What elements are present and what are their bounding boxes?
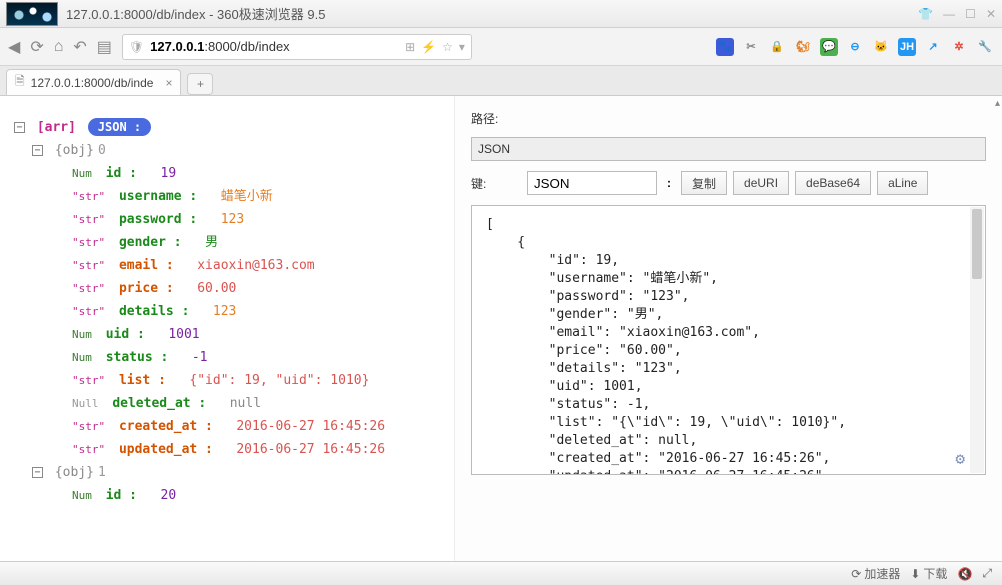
tree-field-row[interactable]: Num status : -1 (14, 346, 444, 369)
qr-icon[interactable]: ⊞ (405, 40, 415, 54)
colon: : (663, 176, 675, 190)
ext-lock-icon[interactable]: 🔒 (768, 38, 786, 56)
path-value-box[interactable]: JSON (471, 137, 986, 161)
new-tab-button[interactable]: + (187, 73, 213, 95)
ext-circle-icon[interactable]: ⊖ (846, 38, 864, 56)
json-line: "price": "60.00", (486, 342, 971, 360)
json-line: "status": -1, (486, 396, 971, 414)
tree-field-row[interactable]: Num id : 19 (14, 162, 444, 185)
ext-wechat-icon[interactable]: 💬 (820, 38, 838, 56)
read-icon[interactable]: ▤ (97, 37, 112, 57)
tree-field-row[interactable]: Null deleted_at : null (14, 392, 444, 415)
ext-cat-icon[interactable]: 🐱 (872, 38, 890, 56)
aline-button[interactable]: aLine (877, 171, 928, 195)
json-tree-pane: − [arr] JSON :− {obj}0Num id : 19"str" u… (0, 96, 454, 561)
collapse-icon[interactable]: − (32, 145, 43, 156)
minimize-icon[interactable]: — (943, 7, 955, 21)
ext-jh-icon[interactable]: JH (898, 38, 916, 56)
tree-field-row[interactable]: "str" gender : 男 (14, 231, 444, 254)
tree-field-row[interactable]: "str" created_at : 2016-06-27 16:45:26 (14, 415, 444, 438)
ext-paw-icon[interactable]: 🐾 (716, 38, 734, 56)
home-icon[interactable]: ⌂ (54, 38, 64, 56)
ext-arrow-icon[interactable]: ↗ (924, 38, 942, 56)
json-line: "password": "123", (486, 288, 971, 306)
scroll-up-icon[interactable]: ▴ (995, 98, 1000, 109)
key-label: 键: (471, 175, 521, 192)
window-titlebar: 127.0.0.1:8000/db/index - 360极速浏览器 9.5 👕… (0, 0, 1002, 28)
tree-field-row[interactable]: "str" email : xiaoxin@163.com (14, 254, 444, 277)
shield-icon: 🛡 (129, 40, 144, 54)
json-line: "uid": 1001, (486, 378, 971, 396)
window-title: 127.0.0.1:8000/db/index - 360极速浏览器 9.5 (66, 4, 918, 23)
tab-label: 127.0.0.1:8000/db/inde (31, 76, 154, 90)
ext-fan-icon[interactable]: ✲ (950, 38, 968, 56)
close-icon[interactable]: ✕ (986, 7, 996, 21)
key-input[interactable] (527, 171, 657, 195)
scrollbar[interactable] (970, 207, 984, 473)
tree-field-row[interactable]: "str" details : 123 (14, 300, 444, 323)
copy-button[interactable]: 复制 (681, 171, 727, 195)
tree-field-row[interactable]: "str" price : 60.00 (14, 277, 444, 300)
tree-field-row[interactable]: Num uid : 1001 (14, 323, 444, 346)
tab-bar: 🗎 127.0.0.1:8000/db/inde × + (0, 66, 1002, 96)
tree-field-row[interactable]: "str" list : {"id": 19, "uid": 1010} (14, 369, 444, 392)
tree-field-row[interactable]: "str" updated_at : 2016-06-27 16:45:26 (14, 438, 444, 461)
ext-squirrel-icon[interactable]: 🐿 (794, 38, 812, 56)
json-line: "username": "蜡笔小新", (486, 270, 971, 288)
path-label: 路径: (471, 110, 521, 127)
json-line: "deleted_at": null, (486, 432, 971, 450)
url-text: 127.0.0.1:8000/db/index (150, 39, 290, 54)
deuri-button[interactable]: deURI (733, 171, 789, 195)
accel-status[interactable]: ⟳ 加速器 (851, 565, 900, 582)
zoom-icon[interactable]: ⤢ (982, 566, 992, 581)
tree-field-row[interactable]: Num id : 20 (14, 484, 444, 507)
address-bar[interactable]: 🛡 127.0.0.1:8000/db/index ⊞ ⚡ ☆ ▾ (122, 34, 472, 60)
dropdown-icon[interactable]: ▾ (459, 40, 465, 54)
shirt-icon[interactable]: 👕 (918, 7, 933, 21)
browser-toolbar: ◀ ⟳ ⌂ ↶ ▤ 🛡 127.0.0.1:8000/db/index ⊞ ⚡ … (0, 28, 1002, 66)
tree-field-row[interactable]: "str" username : 蜡笔小新 (14, 185, 444, 208)
back-icon[interactable]: ◀ (8, 37, 20, 57)
tab-close-icon[interactable]: × (165, 76, 172, 90)
scrollbar-thumb[interactable] (972, 209, 982, 279)
json-line: "gender": "男", (486, 306, 971, 324)
detail-pane: ▴ 路径: JSON 键: : 复制 deURI deBase64 aLine … (454, 96, 1002, 561)
page-content: − [arr] JSON :− {obj}0Num id : 19"str" u… (0, 96, 1002, 561)
collapse-icon[interactable]: − (32, 467, 43, 478)
json-line: { (486, 234, 971, 252)
tree-field-row[interactable]: "str" password : 123 (14, 208, 444, 231)
browser-tab[interactable]: 🗎 127.0.0.1:8000/db/inde × (6, 69, 181, 95)
status-bar: ⟳ 加速器 ⬇ 下载 🔇 ⤢ (0, 561, 1002, 585)
collapse-icon[interactable]: − (14, 122, 25, 133)
download-status[interactable]: ⬇ 下载 (910, 565, 947, 582)
star-icon[interactable]: ☆ (442, 40, 453, 54)
json-line: "created_at": "2016-06-27 16:45:26", (486, 450, 971, 468)
extensions-row: 🐾 ✂ 🔒 🐿 💬 ⊖ 🐱 JH ↗ ✲ 🔧 (716, 38, 994, 56)
tab-favicon: 🗎 (15, 72, 25, 93)
debase64-button[interactable]: deBase64 (795, 171, 871, 195)
undo-icon[interactable]: ↶ (73, 37, 86, 57)
json-root-badge[interactable]: JSON : (88, 118, 151, 136)
mute-icon[interactable]: 🔇 (957, 567, 972, 581)
json-line: [ (486, 216, 971, 234)
flash-icon[interactable]: ⚡ (421, 40, 436, 54)
maximize-icon[interactable]: ☐ (965, 7, 976, 21)
json-line: "id": 19, (486, 252, 971, 270)
ext-wrench-icon[interactable]: 🔧 (976, 38, 994, 56)
gear-icon[interactable]: ⚙ (955, 450, 965, 468)
json-raw-pane[interactable]: [ { "id": 19, "username": "蜡笔小新", "passw… (471, 205, 986, 475)
window-controls: 👕 — ☐ ✕ (918, 7, 996, 21)
json-line: "list": "{\"id\": 19, \"uid\": 1010}", (486, 414, 971, 432)
json-line: "updated_at": "2016-06-27 16:45:26" (486, 468, 971, 475)
json-line: "email": "xiaoxin@163.com", (486, 324, 971, 342)
reload-icon[interactable]: ⟳ (30, 37, 43, 57)
json-line: "details": "123", (486, 360, 971, 378)
app-logo (6, 2, 58, 26)
ext-clip-icon[interactable]: ✂ (742, 38, 760, 56)
